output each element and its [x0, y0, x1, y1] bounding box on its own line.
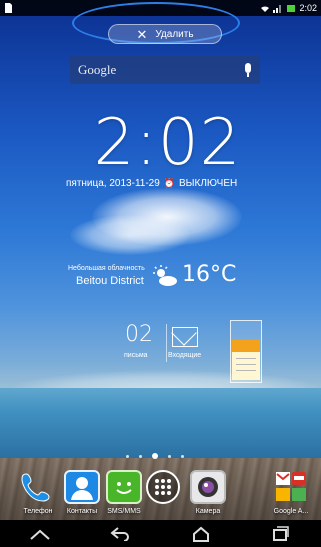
page-dot[interactable] [152, 453, 158, 459]
battery-icon [287, 5, 296, 12]
file-icon [5, 3, 12, 13]
navigation-bar [0, 520, 321, 547]
back-icon[interactable] [106, 524, 134, 544]
contacts-icon[interactable] [64, 470, 100, 504]
sea-background [0, 388, 321, 460]
page-dot[interactable] [168, 454, 171, 458]
divider [166, 324, 167, 362]
page-indicator [126, 453, 184, 459]
sms-icon[interactable] [106, 470, 142, 504]
home-icon[interactable] [187, 524, 215, 544]
status-time: 2:02 [299, 3, 317, 13]
wifi-icon [261, 6, 270, 12]
notepad-line [236, 370, 256, 371]
partly-cloudy-icon [153, 265, 177, 286]
phone-icon[interactable] [18, 470, 54, 504]
alarm-status: ВЫКЛЮЧЕН [179, 178, 238, 189]
page-dot[interactable] [181, 454, 184, 458]
weather-location[interactable]: Beitou District [76, 275, 144, 287]
signal-icon [273, 5, 282, 13]
close-icon: ✕ [136, 26, 148, 42]
all-apps-icon[interactable] [146, 470, 180, 504]
alarm-icon: ⏰ [163, 178, 175, 188]
mail-label: письма [124, 352, 148, 359]
home-screen: 2:02 ✕ Удалить Google 2:02 пятница, 2013… [0, 0, 321, 547]
google-search-bar[interactable]: Google [70, 56, 260, 84]
envelope-icon[interactable] [172, 327, 198, 347]
weather-temperature: 16°C [182, 262, 237, 287]
inbox-label: Входящие [168, 352, 202, 359]
notepad-line [236, 358, 256, 359]
date-line: пятница, 2013-11-29 ⏰ ВЫКЛЮЧЕН [66, 178, 266, 189]
page-dot[interactable] [126, 454, 129, 458]
delete-label: Удалить [155, 28, 194, 40]
date-text: пятница, 2013-11-29 [66, 178, 160, 189]
recent-apps-icon[interactable] [267, 524, 295, 544]
dock-label-google: Google A... [273, 508, 309, 515]
notepad-header [232, 340, 260, 352]
page-dot[interactable] [139, 454, 142, 458]
clock-time[interactable]: 2:02 [80, 108, 255, 178]
camera-icon[interactable] [190, 470, 226, 504]
mail-count[interactable]: 02 [125, 322, 153, 347]
chevron-up-icon[interactable] [26, 524, 54, 544]
dock-label-camera: Камера [195, 508, 221, 515]
notepad-line [236, 364, 256, 365]
google-apps-icon[interactable] [274, 470, 308, 504]
weather-condition: Небольшая облачность [68, 265, 145, 272]
dock-label-sms: SMS/MMS [107, 508, 141, 515]
search-label: Google [78, 62, 117, 77]
cloud-decoration [70, 215, 190, 255]
microphone-icon[interactable] [244, 63, 252, 77]
delete-drop-target[interactable]: ✕ Удалить [108, 24, 222, 44]
